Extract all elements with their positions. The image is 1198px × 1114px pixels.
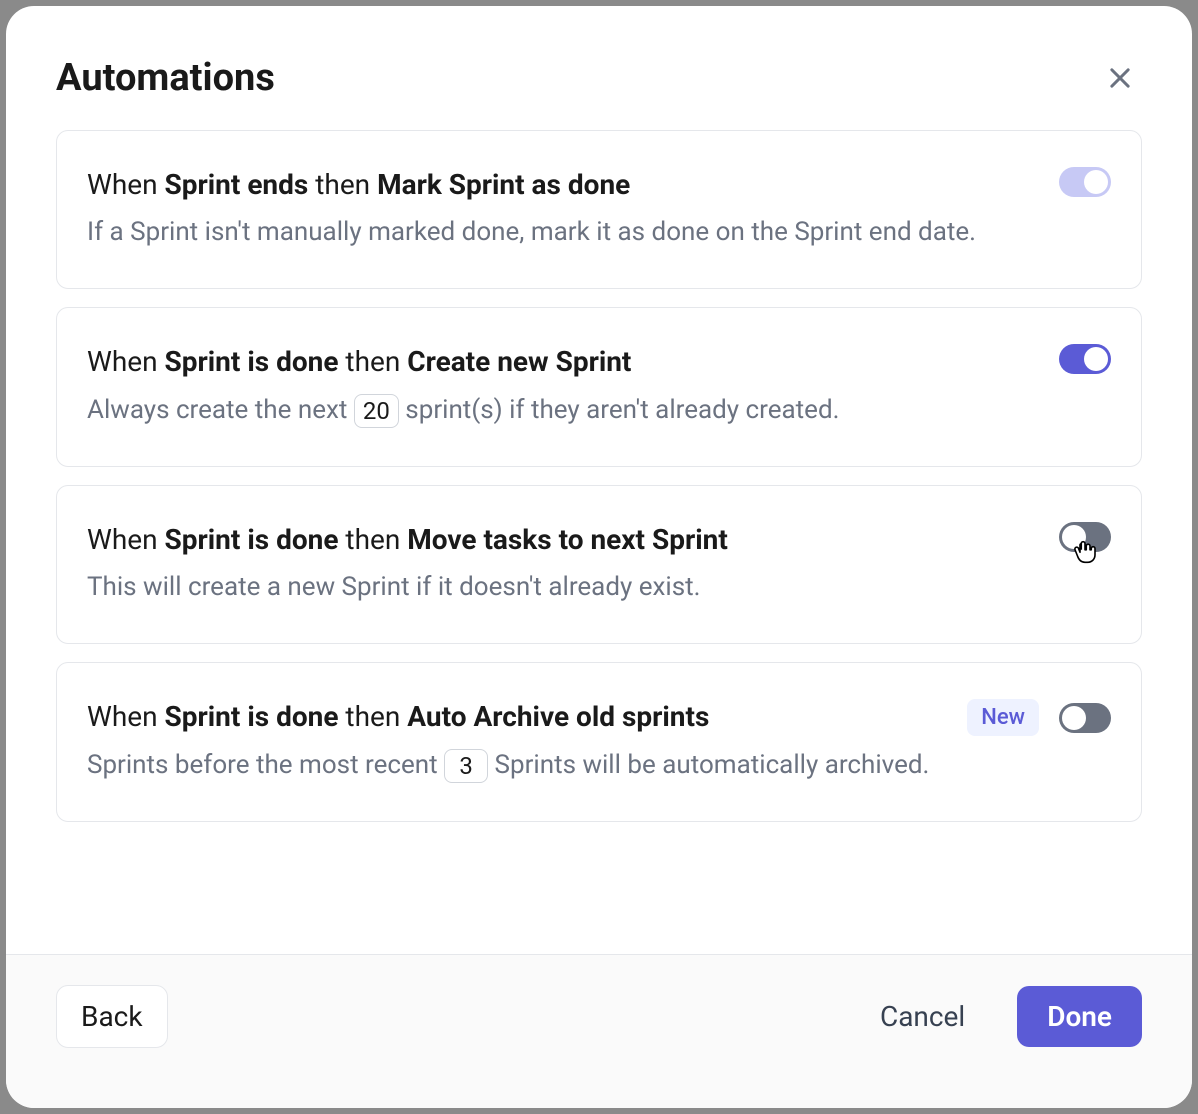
title-then: then: [315, 168, 370, 201]
desc-before: Always create the next: [87, 395, 354, 425]
title-then: then: [345, 700, 400, 733]
automation-content: When Sprint is done then Auto Archive ol…: [87, 699, 947, 784]
title-trigger: Sprint is done: [165, 700, 339, 733]
title-when: When: [87, 345, 158, 378]
modal-body: When Sprint ends then Mark Sprint as don…: [6, 130, 1192, 954]
title-action: Auto Archive old sprints: [407, 700, 709, 733]
toggle-knob: [1062, 706, 1086, 730]
toggle-create-sprint[interactable]: [1059, 344, 1111, 374]
sprint-count-input[interactable]: 20: [354, 394, 399, 428]
toggle-knob: [1084, 347, 1108, 371]
automation-content: When Sprint is done then Move tasks to n…: [87, 522, 1039, 607]
automation-desc: If a Sprint isn't manually marked done, …: [87, 213, 1039, 252]
automation-title: When Sprint ends then Mark Sprint as don…: [87, 167, 1039, 203]
title-then: then: [345, 523, 400, 556]
close-button[interactable]: [1098, 56, 1142, 100]
automation-card-mark-done: When Sprint ends then Mark Sprint as don…: [56, 130, 1142, 289]
automation-card-move-tasks: When Sprint is done then Move tasks to n…: [56, 485, 1142, 644]
automation-title: When Sprint is done then Create new Spri…: [87, 344, 1039, 380]
desc-before: Sprints before the most recent: [87, 750, 444, 780]
card-controls: New: [967, 699, 1111, 736]
cancel-button[interactable]: Cancel: [856, 986, 989, 1047]
desc-after: Sprints will be automatically archived.: [495, 750, 930, 780]
footer-right: Cancel Done: [856, 986, 1142, 1047]
modal-footer: Back Cancel Done: [6, 954, 1192, 1108]
title-trigger: Sprint ends: [165, 168, 309, 201]
card-controls: [1059, 344, 1111, 374]
title-trigger: Sprint is done: [165, 345, 339, 378]
automation-content: When Sprint is done then Create new Spri…: [87, 344, 1039, 429]
toggle-move-tasks[interactable]: [1059, 522, 1111, 552]
title-when: When: [87, 168, 158, 201]
modal-title: Automations: [56, 56, 275, 100]
toggle-knob: [1062, 525, 1086, 549]
archive-count-input[interactable]: 3: [444, 749, 488, 783]
desc-after: sprint(s) if they aren't already created…: [405, 395, 839, 425]
title-action: Create new Sprint: [407, 345, 631, 378]
title-when: When: [87, 700, 158, 733]
title-then: then: [345, 345, 400, 378]
toggle-mark-done[interactable]: [1059, 167, 1111, 197]
card-controls: [1059, 167, 1111, 197]
back-button[interactable]: Back: [56, 985, 168, 1048]
title-action: Move tasks to next Sprint: [407, 523, 728, 556]
automation-desc: Always create the next 20 sprint(s) if t…: [87, 391, 1039, 430]
automation-title: When Sprint is done then Auto Archive ol…: [87, 699, 947, 735]
automation-card-auto-archive: When Sprint is done then Auto Archive ol…: [56, 662, 1142, 821]
automations-modal: Automations When Sprint ends then Mark S…: [6, 6, 1192, 1108]
card-controls: [1059, 522, 1111, 552]
title-action: Mark Sprint as done: [377, 168, 630, 201]
close-icon: [1106, 64, 1134, 92]
done-button[interactable]: Done: [1017, 986, 1142, 1047]
new-badge: New: [967, 699, 1039, 736]
toggle-auto-archive[interactable]: [1059, 703, 1111, 733]
automation-title: When Sprint is done then Move tasks to n…: [87, 522, 1039, 558]
automation-desc: This will create a new Sprint if it does…: [87, 568, 1039, 607]
toggle-wrap: [1059, 522, 1111, 552]
automation-content: When Sprint ends then Mark Sprint as don…: [87, 167, 1039, 252]
automation-card-create-sprint: When Sprint is done then Create new Spri…: [56, 307, 1142, 466]
title-when: When: [87, 523, 158, 556]
title-trigger: Sprint is done: [165, 523, 339, 556]
toggle-knob: [1084, 170, 1108, 194]
modal-header: Automations: [6, 6, 1192, 130]
automation-desc: Sprints before the most recent 3 Sprints…: [87, 746, 947, 785]
